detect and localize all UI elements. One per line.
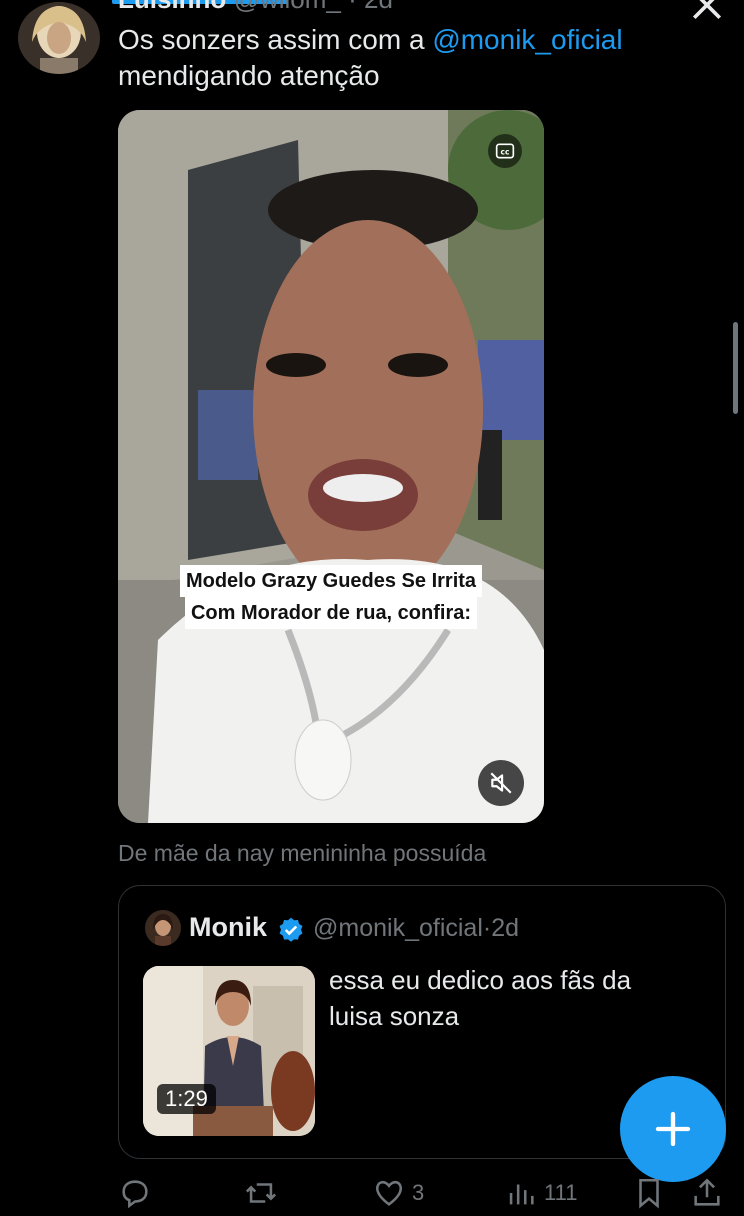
author-avatar[interactable] xyxy=(18,2,100,74)
svg-text:cc: cc xyxy=(501,147,510,156)
tweet-time: 2d xyxy=(364,0,393,14)
reply-icon xyxy=(122,1180,148,1209)
video-frame xyxy=(118,110,544,823)
quoted-author-handle: @monik_oficial xyxy=(313,914,483,942)
share-icon xyxy=(694,1178,720,1206)
compose-button[interactable] xyxy=(620,1076,726,1182)
video-source-attribution[interactable]: De mãe da nay menininha possuída xyxy=(118,840,486,867)
quoted-author-avatar xyxy=(145,910,181,946)
views-button[interactable]: 111 xyxy=(504,1176,577,1210)
closed-captions-icon[interactable]: cc xyxy=(488,134,522,168)
views-count: 111 xyxy=(544,1180,578,1205)
tweet-action-bar: 3 111 xyxy=(118,1176,738,1216)
tweet-text: Os sonzers assim com a @monik_oficial me… xyxy=(118,22,718,94)
tweet-text-end: mendigando atenção xyxy=(118,60,380,91)
quoted-separator: · xyxy=(482,914,492,942)
quoted-time: 2d xyxy=(491,914,520,942)
views-icon xyxy=(509,1184,534,1205)
retweet-icon xyxy=(245,1183,277,1203)
video-caption-line-1: Modelo Grazy Guedes Se Irrita xyxy=(179,565,483,597)
author-handle: @wllom_ xyxy=(234,0,341,14)
like-count: 3 xyxy=(412,1180,425,1205)
quoted-tweet-text: essa eu dedico aos fãs da luisa sonza xyxy=(329,965,632,1031)
share-button[interactable] xyxy=(690,1176,724,1210)
reply-button[interactable] xyxy=(118,1176,152,1210)
plus-icon xyxy=(655,1111,691,1147)
video-player[interactable]: cc Modelo Grazy Guedes Se Irrita Com Mor… xyxy=(118,110,544,823)
video-caption: Modelo Grazy Guedes Se Irrita Com Morado… xyxy=(166,565,496,629)
quoted-video-thumbnail[interactable]: 1:29 xyxy=(143,966,315,1136)
quoted-author-meta: @monik_oficial·2d xyxy=(313,914,519,943)
bookmark-button[interactable] xyxy=(632,1176,666,1210)
quoted-author-name: Monik xyxy=(189,912,267,942)
author-avatar-image xyxy=(18,2,100,74)
scrollbar[interactable] xyxy=(733,322,738,414)
retweet-button[interactable] xyxy=(244,1176,278,1210)
tweet-separator: · xyxy=(348,0,364,14)
bookmark-icon xyxy=(639,1178,659,1209)
tweet-header: Luisinho @wllom_ · 2d xyxy=(118,0,393,15)
tweet-text-start: Os sonzers assim com a xyxy=(118,24,433,55)
video-duration-badge: 1:29 xyxy=(157,1084,216,1114)
muted-speaker-icon[interactable] xyxy=(478,760,524,806)
tweet-mention-link[interactable]: @monik_oficial xyxy=(432,24,622,55)
heart-icon xyxy=(375,1180,403,1206)
like-button[interactable]: 3 xyxy=(372,1176,424,1210)
verified-badge-icon xyxy=(277,916,305,944)
author-name[interactable]: Luisinho xyxy=(118,0,226,14)
video-caption-line-2: Com Morador de rua, confira: xyxy=(184,597,478,629)
